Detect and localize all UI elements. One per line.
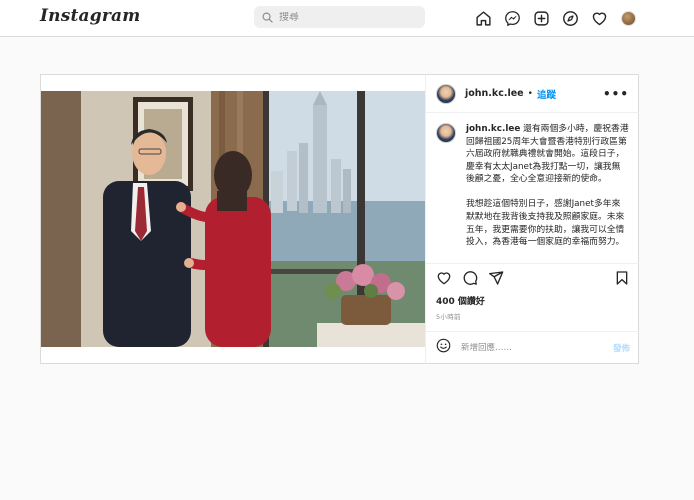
post-username[interactable]: john.kc.lee [465,88,524,99]
comment-icon[interactable] [462,270,478,286]
comment-bar: 發佈 [426,331,640,363]
post-actions [426,263,640,291]
profile-avatar[interactable] [619,9,637,27]
search-input[interactable] [279,11,409,23]
like-icon[interactable] [436,270,452,286]
post-comment-button[interactable]: 發佈 [613,342,630,354]
post-photo[interactable] [41,91,425,347]
avatar[interactable] [436,123,456,143]
more-options-icon[interactable]: ••• [603,87,629,101]
share-icon[interactable] [488,270,504,286]
separator-dot: • [527,88,533,99]
post-card: john.kc.lee • 追蹤 ••• john.kc.lee 還有兩個多小時… [40,74,640,364]
messenger-icon[interactable] [503,9,521,27]
post-timestamp[interactable]: 5小時前 [436,311,461,321]
comment-input[interactable] [461,342,596,353]
caption-paragraph-2: 我想趁這個特別日子，感謝Janet多年來默默地在我背後支持我及照顧家庭。未來五年… [466,199,625,248]
bookmark-icon[interactable] [614,270,630,286]
avatar [620,10,636,26]
heart-icon[interactable] [590,9,608,27]
emoji-icon[interactable] [436,338,451,357]
search-box[interactable] [254,6,425,28]
instagram-logo[interactable]: Instagram [40,6,140,26]
follow-button[interactable]: 追蹤 [537,87,556,101]
search-icon [262,8,273,27]
post-sidebar: john.kc.lee • 追蹤 ••• john.kc.lee 還有兩個多小時… [425,75,640,363]
nav-icons [474,8,648,28]
new-post-icon[interactable] [532,9,550,27]
post-caption: john.kc.lee 還有兩個多小時，慶祝香港回歸祖國25周年大會暨香港特別行… [466,123,629,257]
post-header: john.kc.lee • 追蹤 ••• [426,75,639,113]
top-nav-bar: Instagram [0,0,694,37]
avatar[interactable] [436,83,456,104]
likes-count[interactable]: 400 個讚好 [436,294,485,307]
home-icon[interactable] [474,9,492,27]
post-photo-illustration [41,91,425,347]
caption-area: john.kc.lee 還有兩個多小時，慶祝香港回歸祖國25周年大會暨香港特別行… [426,113,639,257]
explore-icon[interactable] [561,9,579,27]
caption-username[interactable]: john.kc.lee [466,124,520,134]
